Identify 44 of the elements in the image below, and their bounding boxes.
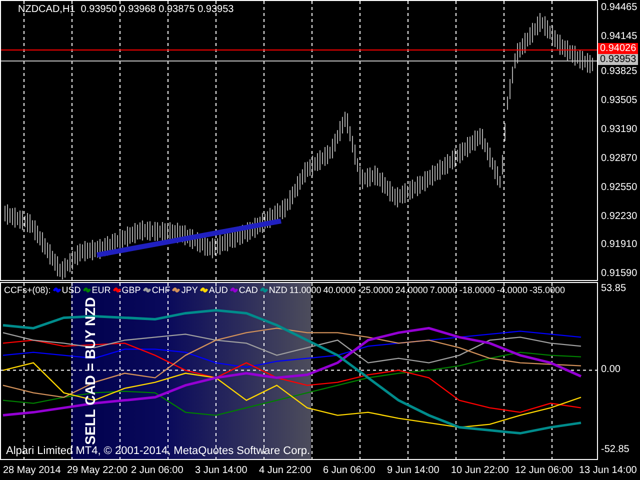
currency-name: USD <box>62 285 81 295</box>
time-label: 29 May 22:00 <box>67 465 128 476</box>
currency-name: GBP <box>122 285 141 295</box>
time-label: 2 Jun 06:00 <box>131 465 184 476</box>
price-label: 0.92870 <box>601 152 638 164</box>
price-label: 0.91910 <box>601 239 638 250</box>
currency-value: 24.0000 <box>395 285 428 295</box>
currency-value: -18.0000 <box>459 285 495 295</box>
time-label: 4 Jun 22:00 <box>259 465 312 476</box>
currency-value: 40.0000 <box>323 285 356 295</box>
time-label: 10 Jun 22:00 <box>451 465 509 476</box>
chart-header: NZDCAD,H1 0.93950 0.93968 0.93875 0.93953 <box>18 4 234 15</box>
currency-name: CAD <box>238 285 258 295</box>
currency-value: -35.0000 <box>529 285 565 295</box>
price-label: 0.94465 <box>601 2 638 13</box>
time-label: 3 Jun 14:00 <box>195 465 248 476</box>
copyright-text: Alpari Limited MT4, © 2001-2014, MetaQuotes Software Corp. <box>6 445 310 457</box>
price-label: 0.92550 <box>601 182 638 193</box>
price-label: 0.93825 <box>601 66 638 77</box>
currency-value: 11.0000 <box>289 285 322 295</box>
scale-label: -52.85 <box>601 444 630 455</box>
currency-name: NZD <box>268 285 288 295</box>
price-tag: 0.94026 <box>598 43 638 54</box>
currency-name: EUR <box>92 285 111 295</box>
currency-value: -4.0000 <box>496 285 528 295</box>
scale-label: 53.85 <box>601 283 626 294</box>
price-label: 0.91590 <box>601 268 638 280</box>
time-label: 6 Jun 06:00 <box>323 465 376 476</box>
currency-name: JPY <box>181 285 198 295</box>
time-label: 12 Jun 06:00 <box>515 465 573 476</box>
price-label: 0.93190 <box>601 124 638 135</box>
indicator-title: CCFs+(08): <box>4 285 51 295</box>
price-label: 0.92230 <box>601 210 638 222</box>
time-label: 13 Jun 14:00 <box>579 465 637 476</box>
time-label: 9 Jun 14:00 <box>387 465 440 476</box>
currency-name: CHF <box>152 285 170 295</box>
price-label: 0.94145 <box>601 31 638 42</box>
time-label: 28 May 2014 <box>3 465 61 476</box>
price-tag: 0.93953 <box>598 54 638 65</box>
currency-value: 7.0000 <box>430 285 458 295</box>
signal-text: SELL CAD = BUY NZD <box>82 297 98 445</box>
currency-value: -25.0000 <box>358 285 394 295</box>
price-label: 0.93505 <box>601 94 638 106</box>
scale-label: 0.00 <box>601 364 620 376</box>
